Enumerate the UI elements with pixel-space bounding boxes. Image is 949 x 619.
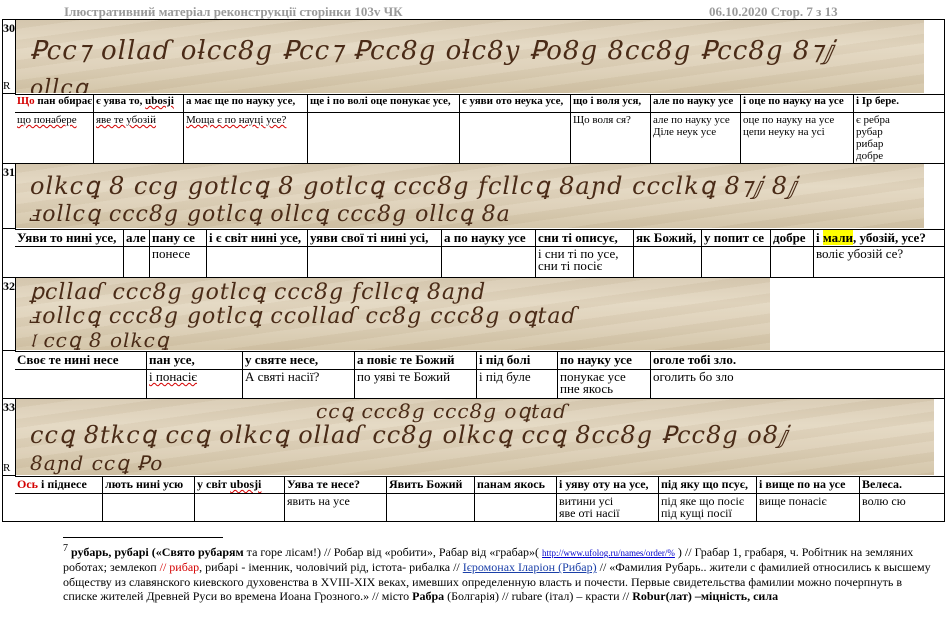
manuscript-image-33: ccꝗ ccc8g ccc8g oꝗtaɗ ccꝗ 8tkcꝗ ccꝗ olkc… bbox=[16, 399, 934, 475]
footnote-link[interactable]: http://www.ufolog.ru/names/order/% bbox=[542, 548, 675, 558]
translation-line: пне якось bbox=[560, 381, 614, 396]
translation-line: але по науку усе bbox=[653, 114, 730, 126]
translation-row-30: що понабере яве те убозій Моща є по науц… bbox=[15, 112, 945, 163]
translation-line: яве оті насії bbox=[559, 506, 620, 520]
label-row-33: Ось і піднесе лють нині усю у світ ubosj… bbox=[15, 476, 945, 493]
translation-line: добре bbox=[856, 150, 884, 162]
manuscript-image-31: olkcꝗ 8 ccg gotlcꝗ 8 gotlcꝗ ccc8g fcllcꝗ… bbox=[16, 164, 924, 228]
label-row-31: Уяви то нині усе, але пану се і є світ н… bbox=[15, 229, 945, 246]
translation-line: рубар bbox=[856, 126, 883, 138]
translation-line: цепи неуку на усі bbox=[743, 126, 825, 138]
translation-line: оце по науку на усе bbox=[743, 114, 835, 126]
footnote: 7 рубарь, рубарі («Свято рубарям та горе… bbox=[63, 543, 931, 604]
manuscript-image-32: ꝑcllaɗ ccc8g gotlcꝗ ccc8g fcllcꝗ 8aɲd ⅎo… bbox=[16, 278, 770, 350]
label-row-30: Що пан обирає є уява то, ubosji а має ще… bbox=[15, 94, 945, 112]
translation-line: рибар bbox=[856, 138, 884, 150]
translation-line: є ребра bbox=[856, 114, 890, 126]
row-number-30: 30 R bbox=[2, 19, 16, 94]
translation-line: під кущі посії bbox=[661, 506, 732, 520]
page-header-date: 06.10.2020 Стор. 7 з 13 bbox=[709, 4, 838, 19]
translation-row-33: явить на усе витини усі яве оті насії під… bbox=[15, 493, 945, 522]
row-number-31: 31 bbox=[2, 163, 16, 229]
footnote-separator bbox=[63, 537, 223, 538]
row-number-32: 32 bbox=[2, 277, 16, 351]
translation-line: Діле неук усе bbox=[653, 126, 717, 138]
translation-line: сни ті посіє bbox=[538, 258, 603, 273]
translation-row-32: і понасіє А святі насії? по уяві те Божи… bbox=[15, 369, 945, 398]
row-number-33: 33 R bbox=[2, 398, 16, 476]
footnote-hieromonk-link[interactable]: Ієромонах Іларіон (Рибар) bbox=[463, 560, 597, 574]
page-header-title: Ілюстративний матеріал реконструкції сто… bbox=[64, 4, 403, 19]
label-row-32: Своє те нині несе пан усе, у святе несе,… bbox=[15, 351, 945, 369]
manuscript-image-30: Ꝑcc⁊ ollaɗ oƚcc8g Ꝑcc⁊ Ꝑcc8g oƚc8y Ꝑo8g … bbox=[16, 20, 924, 93]
translation-row-31: понесе і сни ті по усе, сни ті посіє волі… bbox=[15, 246, 945, 277]
